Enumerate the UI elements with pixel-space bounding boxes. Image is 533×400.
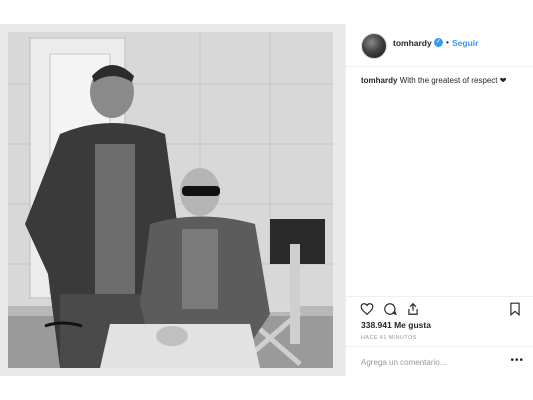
verified-badge-icon: ✓	[434, 38, 443, 47]
follow-button[interactable]: Seguir	[452, 38, 478, 48]
post-header: tomhardy ✓ • Seguir	[346, 24, 533, 67]
post-caption: tomhardy With the greatest of respect ❤	[361, 75, 526, 86]
post-sidebar: tomhardy ✓ • Seguir tomhardy With the gr…	[345, 24, 533, 376]
avatar[interactable]	[361, 33, 387, 59]
action-bar	[346, 296, 533, 319]
like-count[interactable]: 338.941 Me gusta	[361, 320, 431, 330]
more-options-icon[interactable]: •••	[510, 355, 524, 366]
caption-username[interactable]: tomhardy	[361, 76, 397, 85]
header-username[interactable]: tomhardy	[393, 38, 432, 48]
comment-bubble-icon[interactable]	[383, 302, 397, 316]
post-photo[interactable]	[0, 24, 345, 376]
post-timestamp: HACE 41 MINUTOS	[361, 335, 417, 341]
instagram-post: tomhardy ✓ • Seguir tomhardy With the gr…	[0, 24, 533, 376]
caption-text: With the greatest of respect ❤	[399, 76, 507, 85]
photo-illustration	[0, 24, 345, 376]
comment-input[interactable]	[361, 356, 501, 368]
bookmark-icon[interactable]	[508, 302, 522, 317]
heart-icon[interactable]	[360, 302, 374, 316]
share-icon[interactable]	[406, 302, 420, 316]
comment-box: •••	[346, 346, 533, 377]
header-separator: •	[446, 37, 449, 47]
